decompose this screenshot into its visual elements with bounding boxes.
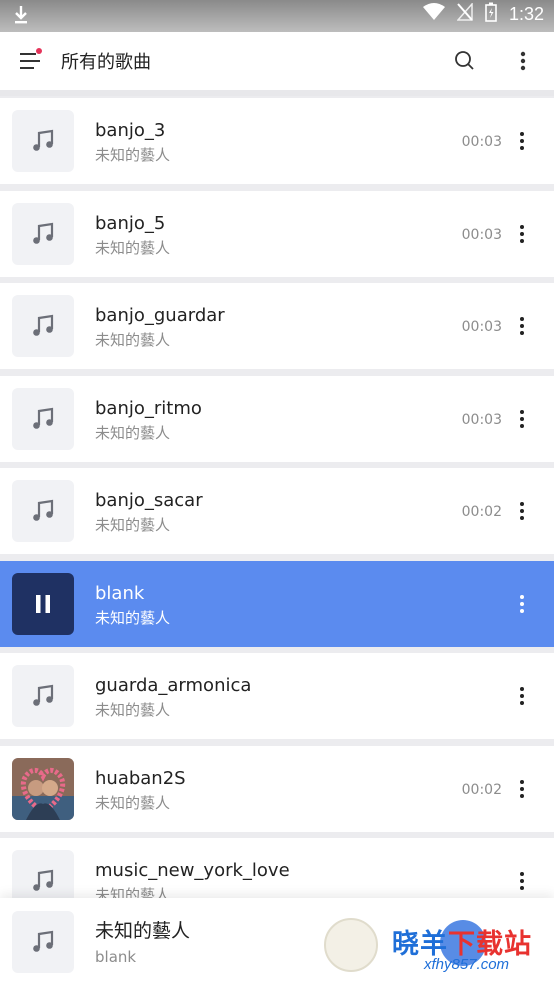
song-title: music_new_york_love (95, 860, 290, 881)
song-more-button[interactable] (512, 128, 532, 154)
music-note-icon (33, 930, 54, 952)
song-more-button[interactable] (512, 406, 532, 432)
status-bar: 1:32 (0, 0, 554, 32)
song-more-button[interactable] (512, 221, 532, 247)
wifi-icon (422, 3, 445, 25)
song-duration: 00:03 (461, 134, 502, 150)
watermark: 晓羊下载站 xfhy857.com (320, 912, 552, 982)
music-note-icon (33, 499, 54, 521)
search-icon (455, 51, 474, 70)
more-vert-icon (520, 780, 524, 798)
sheep-logo-icon (324, 918, 378, 972)
song-row[interactable]: banjo_ritmo 未知的藝人 00:03 (0, 376, 554, 462)
song-artist: 未知的藝人 (95, 609, 171, 627)
song-thumbnail (12, 573, 74, 635)
song-duration: 00:03 (461, 319, 502, 335)
song-thumbnail (12, 295, 74, 357)
song-row[interactable]: banjo_5 未知的藝人 00:03 (0, 191, 554, 277)
song-row[interactable]: guarda_armonica 未知的藝人 (0, 653, 554, 739)
song-artist: 未知的藝人 (95, 424, 171, 442)
now-playing-title: 未知的藝人 (95, 920, 191, 942)
song-artist: 未知的藝人 (95, 146, 171, 164)
album-art-photo (12, 758, 74, 820)
song-row[interactable]: banjo_3 未知的藝人 00:03 (0, 98, 554, 184)
more-vert-icon (520, 132, 524, 150)
more-vert-icon (520, 502, 524, 520)
song-artist: 未知的藝人 (95, 516, 171, 534)
page-title: 所有的歌曲 (61, 52, 151, 73)
song-row[interactable]: huaban2S 未知的藝人 00:02 (0, 746, 554, 832)
song-more-button[interactable] (512, 776, 532, 802)
song-row[interactable]: banjo_sacar 未知的藝人 00:02 (0, 468, 554, 554)
more-vert-icon (520, 410, 524, 428)
more-vert-icon (520, 687, 524, 705)
music-note-icon (33, 222, 54, 244)
song-title: blank (95, 583, 145, 604)
song-more-button[interactable] (512, 591, 532, 617)
song-row[interactable]: blank 未知的藝人 (0, 561, 554, 647)
music-note-icon (33, 869, 54, 891)
song-thumbnail (12, 110, 74, 172)
no-signal-icon (456, 2, 473, 25)
battery-icon (485, 2, 497, 26)
song-thumbnail (12, 758, 74, 820)
notification-dot (36, 48, 42, 54)
menu-button[interactable] (16, 47, 44, 75)
download-icon (12, 4, 30, 30)
more-vert-icon (520, 225, 524, 243)
song-more-button[interactable] (512, 498, 532, 524)
song-title: guarda_armonica (95, 675, 252, 696)
song-thumbnail (12, 665, 74, 727)
song-more-button[interactable] (512, 683, 532, 709)
more-vert-icon (520, 872, 524, 890)
more-vert-icon (520, 595, 524, 613)
song-title: huaban2S (95, 768, 186, 789)
music-note-icon (33, 684, 54, 706)
song-artist: 未知的藝人 (95, 701, 171, 719)
now-playing-thumbnail (12, 911, 74, 973)
song-duration: 00:02 (461, 782, 502, 798)
song-duration: 00:03 (461, 227, 502, 243)
song-artist: 未知的藝人 (95, 331, 171, 349)
song-artist: 未知的藝人 (95, 239, 171, 257)
watermark-url: xfhy857.com (424, 956, 510, 973)
now-playing-bar[interactable]: 未知的藝人 blank 晓羊下载站 xfhy857.com (0, 898, 554, 986)
song-more-button[interactable] (512, 868, 532, 894)
song-thumbnail (12, 388, 74, 450)
song-title: banjo_3 (95, 120, 166, 141)
more-vert-icon (520, 317, 524, 335)
app-bar: 所有的歌曲 (0, 32, 554, 90)
song-title: banjo_sacar (95, 490, 203, 511)
music-note-icon (33, 407, 54, 429)
overflow-menu-button[interactable] (512, 48, 534, 74)
song-artist: 未知的藝人 (95, 794, 171, 812)
song-title: banjo_ritmo (95, 398, 202, 419)
song-more-button[interactable] (512, 313, 532, 339)
clock: 1:32 (508, 3, 544, 24)
song-duration: 00:03 (461, 412, 502, 428)
divider (0, 90, 554, 96)
song-title: banjo_guardar (95, 305, 225, 326)
song-row[interactable]: banjo_guardar 未知的藝人 00:03 (0, 283, 554, 369)
song-duration: 00:02 (461, 504, 502, 520)
pause-icon (36, 595, 50, 613)
song-title: banjo_5 (95, 213, 166, 234)
song-thumbnail (12, 203, 74, 265)
search-button[interactable] (452, 48, 478, 74)
now-playing-subtitle: blank (95, 948, 137, 966)
song-thumbnail (12, 480, 74, 542)
music-note-icon (33, 129, 54, 151)
music-note-icon (33, 314, 54, 336)
more-vert-icon (520, 51, 526, 71)
